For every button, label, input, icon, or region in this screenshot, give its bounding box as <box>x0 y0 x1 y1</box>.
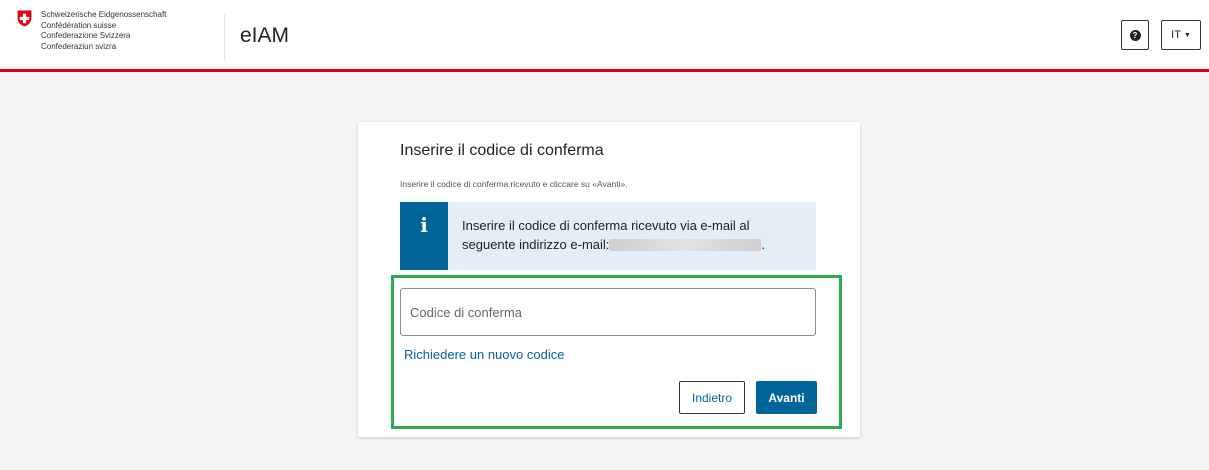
info-line-2-prefix: seguente indirizzo e-mail: <box>462 237 610 252</box>
question-circle-icon: ? <box>1129 29 1141 41</box>
info-text: Inserire il codice di conferma ricevuto … <box>462 216 765 254</box>
language-label: IT <box>1171 29 1181 41</box>
info-icon: i <box>400 202 448 270</box>
request-new-code-link[interactable]: Richiedere un nuovo codice <box>404 347 564 362</box>
card-subtitle: Inserire il codice di conferma ricevuto … <box>400 179 628 189</box>
app-title: eIAM <box>240 24 290 47</box>
federation-line-fr: Confédération suisse <box>41 20 117 30</box>
app-header: Schweizerische Eidgenossenschaft Confédé… <box>0 0 1209 72</box>
next-button[interactable]: Avanti <box>756 381 817 414</box>
info-line-2-suffix: . <box>761 237 766 252</box>
swiss-flag-icon <box>17 10 32 27</box>
language-select[interactable]: IT ▼ <box>1161 20 1201 50</box>
confirmation-card: Inserire il codice di conferma Inserire … <box>358 122 860 437</box>
card-title: Inserire il codice di conferma <box>400 142 604 159</box>
info-alert: i Inserire il codice di conferma ricevut… <box>400 202 816 270</box>
header-divider <box>224 14 225 60</box>
redacted-email <box>609 239 762 251</box>
federation-line-rm: Confederaziun svizra <box>41 41 117 51</box>
info-line-1: Inserire il codice di conferma ricevuto … <box>462 218 750 233</box>
federal-logo: Schweizerische Eidgenossenschaft Confédé… <box>16 10 166 52</box>
caret-down-icon: ▼ <box>1183 31 1191 39</box>
federation-line-it: Confederazione Svizzera <box>41 31 131 40</box>
federation-names: Schweizerische Eidgenossenschaft Confédé… <box>41 10 166 52</box>
back-button[interactable]: Indietro <box>679 381 745 414</box>
help-button[interactable]: ? <box>1121 20 1149 50</box>
federation-line-de: Schweizerische Eidgenossenschaft <box>41 10 167 19</box>
confirmation-code-input[interactable] <box>400 288 816 336</box>
